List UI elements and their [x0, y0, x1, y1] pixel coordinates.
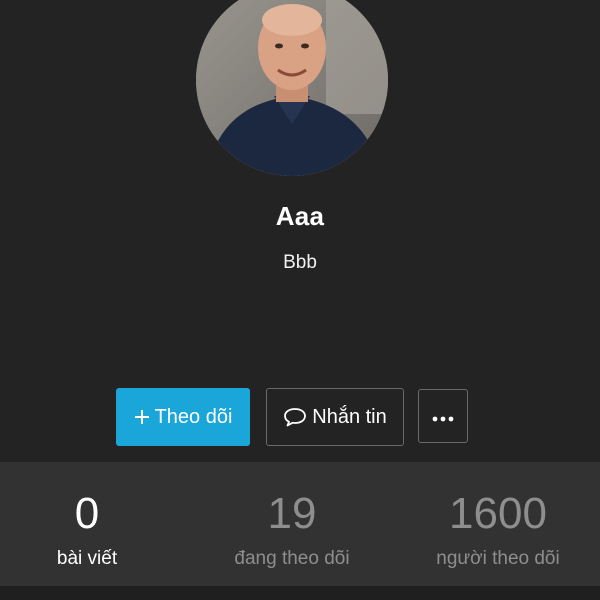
message-button-label: Nhắn tin — [312, 405, 387, 428]
profile-header: Aaa Bbb Theo dõi Nhắn tin — [0, 0, 600, 462]
message-button[interactable]: Nhắn tin — [266, 388, 404, 446]
stat-following[interactable]: 19 đang theo dõi — [192, 462, 392, 586]
more-dots-icon — [432, 405, 454, 428]
profile-name: Aaa — [275, 201, 325, 231]
stat-following-value: 19 — [267, 489, 317, 538]
stat-posts[interactable]: 0 bài viết — [0, 462, 174, 586]
plus-icon — [134, 409, 150, 425]
more-options-button[interactable] — [418, 389, 468, 443]
chat-bubble-icon — [283, 407, 307, 427]
stat-following-label: đang theo dõi — [234, 548, 350, 569]
stats-divider — [0, 586, 600, 600]
stat-followers-label: người theo dõi — [436, 548, 560, 569]
stat-posts-value: 0 — [74, 489, 100, 538]
profile-actions: Theo dõi Nhắn tin — [0, 388, 600, 446]
avatar-image — [196, 0, 388, 176]
stat-posts-label: bài viết — [56, 548, 118, 569]
stat-followers[interactable]: 1600 người theo dõi — [410, 462, 586, 586]
avatar[interactable] — [196, 0, 388, 176]
profile-bio: Bbb — [283, 252, 317, 273]
follow-button[interactable]: Theo dõi — [116, 388, 250, 446]
follow-button-label: Theo dõi — [154, 405, 233, 428]
profile-stats: 0 bài viết 19 đang theo dõi 1600 người t… — [0, 462, 600, 586]
stat-followers-value: 1600 — [449, 489, 547, 538]
